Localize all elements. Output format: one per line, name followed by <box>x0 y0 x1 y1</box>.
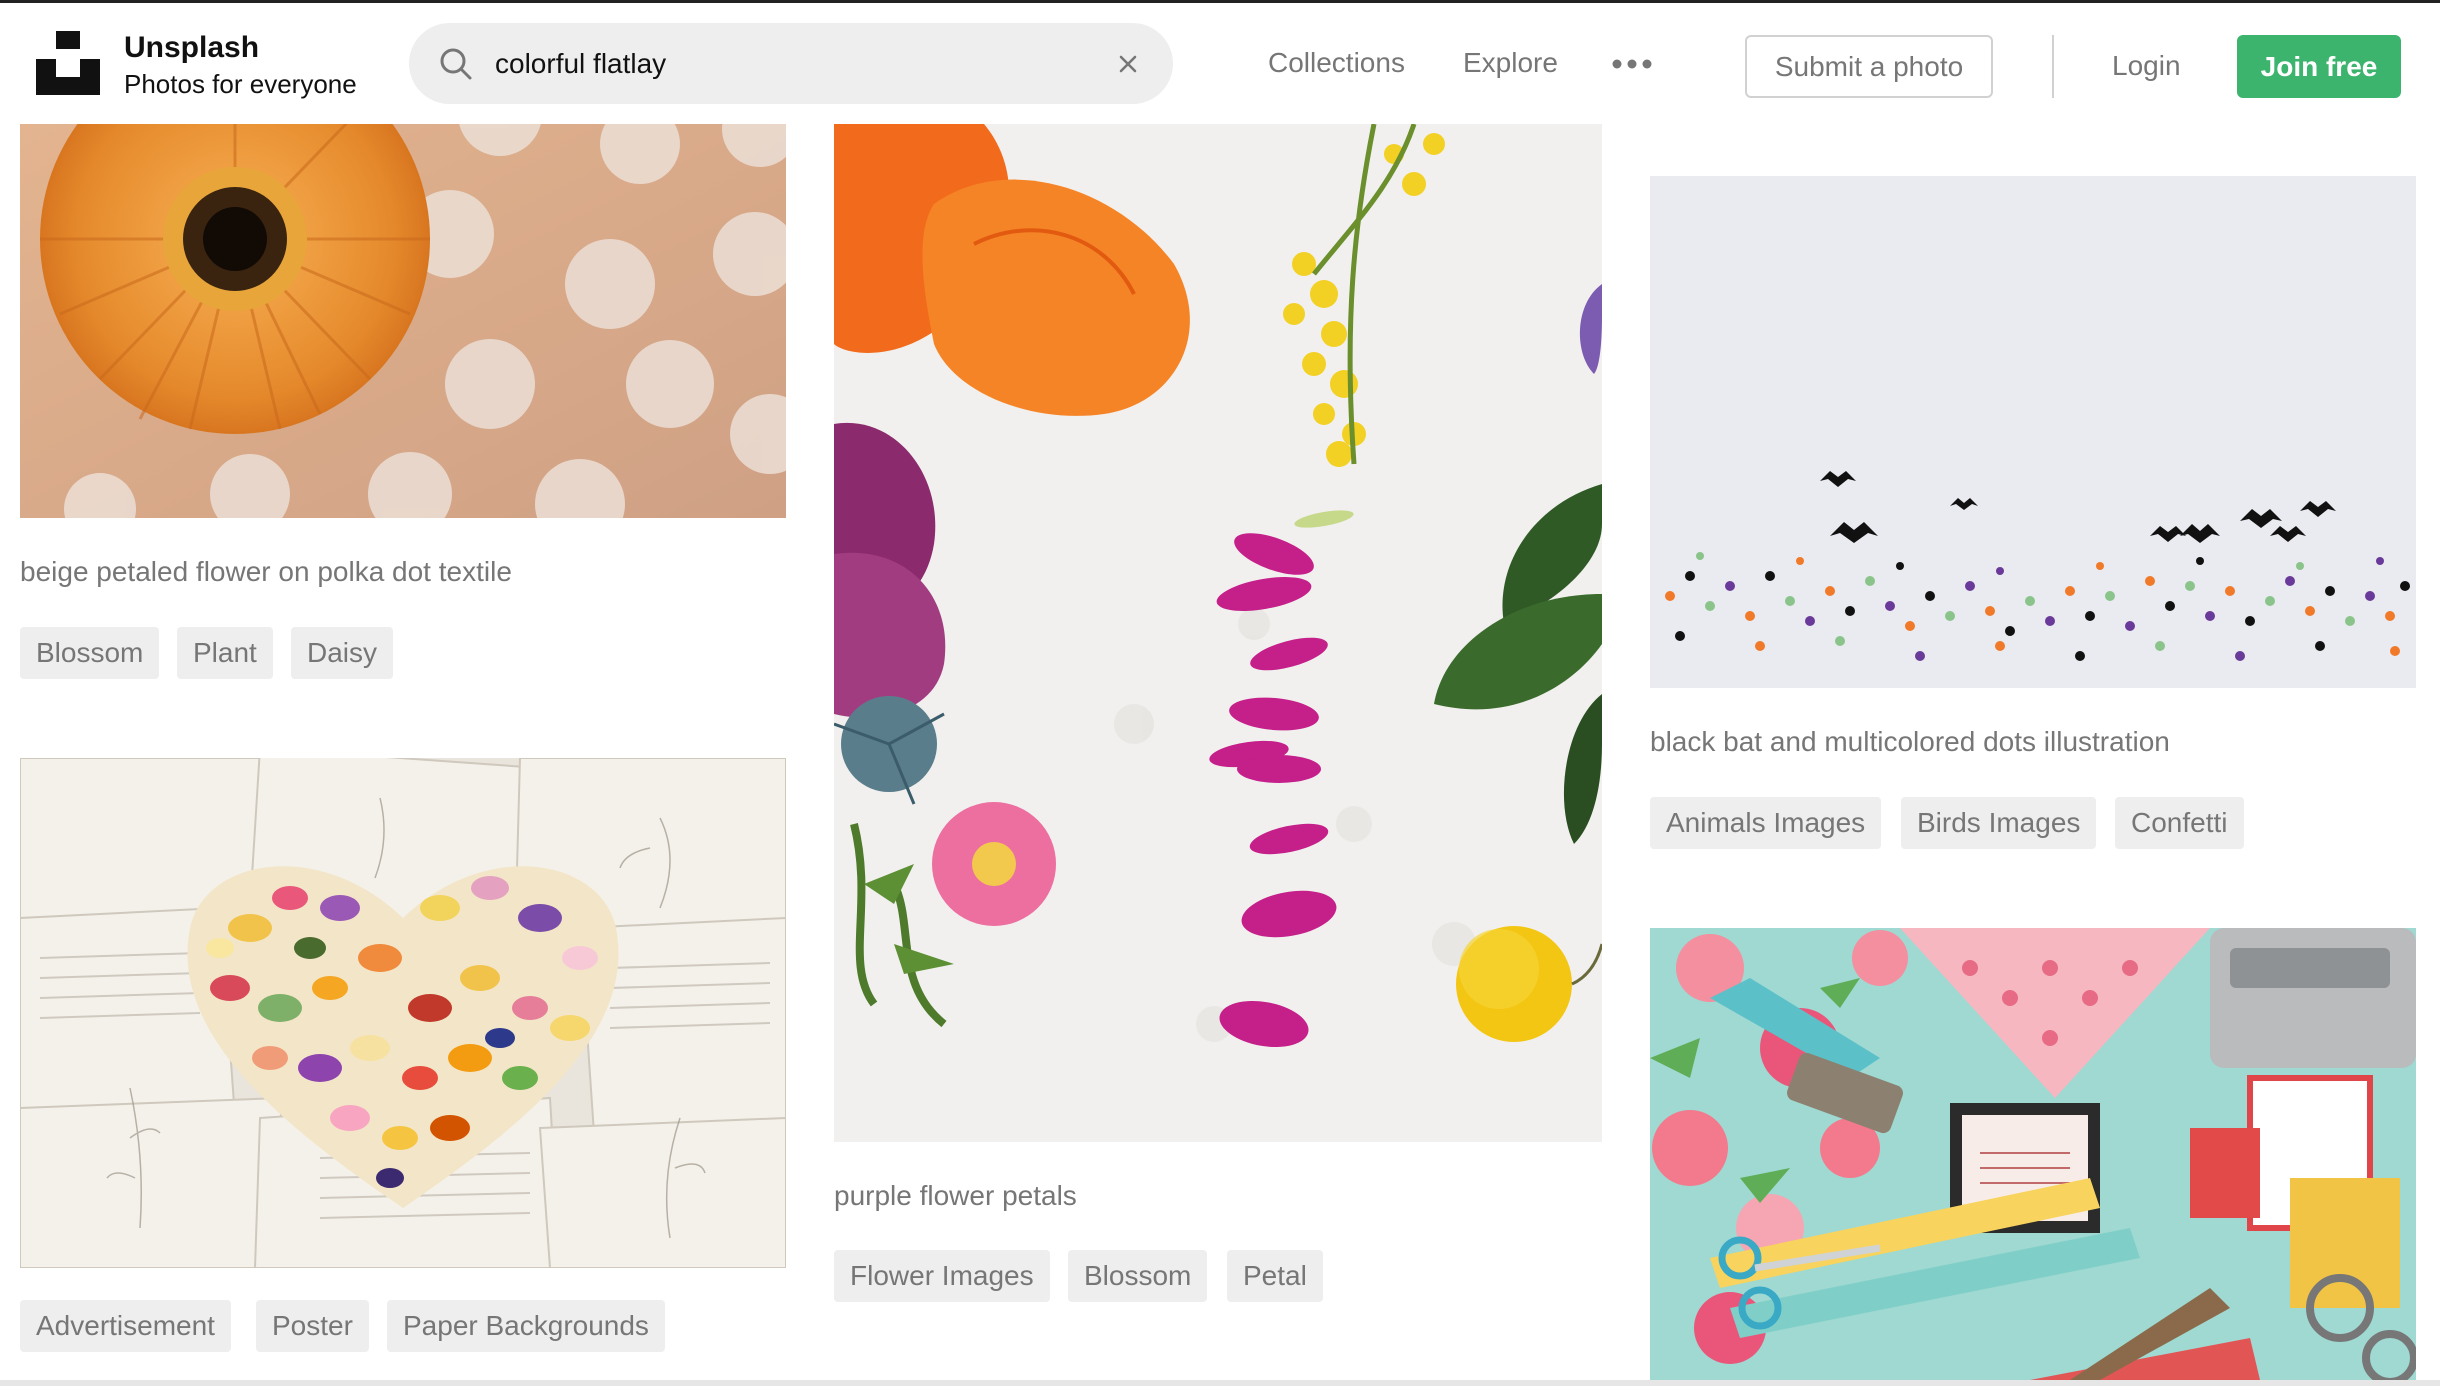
nav-explore-link[interactable]: Explore <box>1463 43 1558 83</box>
tag-blossom[interactable]: Blossom <box>1068 1250 1208 1302</box>
photo-card-gerbera[interactable] <box>20 124 786 518</box>
tag-advertisement[interactable]: Advertisement <box>20 1300 231 1352</box>
tag-blossom[interactable]: Blossom <box>20 627 160 679</box>
photo-scrapbook-image <box>1650 928 2416 1380</box>
photo-gerbera-image <box>20 124 786 518</box>
photo-card-purple-petals[interactable] <box>834 124 1602 1142</box>
submit-photo-button[interactable]: Submit a photo <box>1745 35 1993 98</box>
brand-tagline: Photos for everyone <box>124 69 357 99</box>
join-free-button[interactable]: Join free <box>2237 35 2401 98</box>
photo-purple-petals-image <box>834 124 1602 1142</box>
tag-petal[interactable]: Petal <box>1227 1250 1323 1302</box>
photo-caption: beige petaled flower on polka dot textil… <box>20 556 512 587</box>
brand-name: Unsplash <box>124 31 260 64</box>
tag-plant[interactable]: Plant <box>177 627 273 679</box>
tag-confetti[interactable]: Confetti <box>2115 797 2244 849</box>
search-bar: colorful flatlay <box>409 23 1173 104</box>
tag-paper-backgrounds[interactable]: Paper Backgrounds <box>387 1300 665 1352</box>
tag-daisy[interactable]: Daisy <box>291 627 394 679</box>
login-link[interactable]: Login <box>2112 46 2181 86</box>
close-icon[interactable] <box>1113 49 1143 79</box>
header-divider <box>2052 35 2054 98</box>
more-horizontal-icon[interactable] <box>1612 59 1652 69</box>
bottom-edge <box>0 1380 2440 1386</box>
photo-petal-heart-image <box>20 758 786 1268</box>
search-icon[interactable] <box>439 47 473 81</box>
photo-card-bats-confetti[interactable] <box>1650 176 2416 688</box>
tag-flower-images[interactable]: Flower Images <box>834 1250 1050 1302</box>
brand[interactable]: Unsplash Photos for everyone <box>124 29 357 101</box>
unsplash-logo-icon[interactable] <box>36 31 100 95</box>
photo-caption: purple flower petals <box>834 1180 1077 1211</box>
photo-bats-confetti-image <box>1650 176 2416 688</box>
photo-card-scrapbook[interactable] <box>1650 928 2416 1380</box>
photo-card-petal-heart[interactable] <box>20 758 786 1268</box>
tag-poster[interactable]: Poster <box>256 1300 369 1352</box>
nav-collections-link[interactable]: Collections <box>1268 43 1405 83</box>
search-input[interactable]: colorful flatlay <box>495 23 1075 104</box>
tag-birds-images[interactable]: Birds Images <box>1901 797 2097 849</box>
top-navbar: Unsplash Photos for everyone colorful fl… <box>0 3 2440 124</box>
photo-caption: black bat and multicolored dots illustra… <box>1650 726 2170 757</box>
tag-animals-images[interactable]: Animals Images <box>1650 797 1882 849</box>
